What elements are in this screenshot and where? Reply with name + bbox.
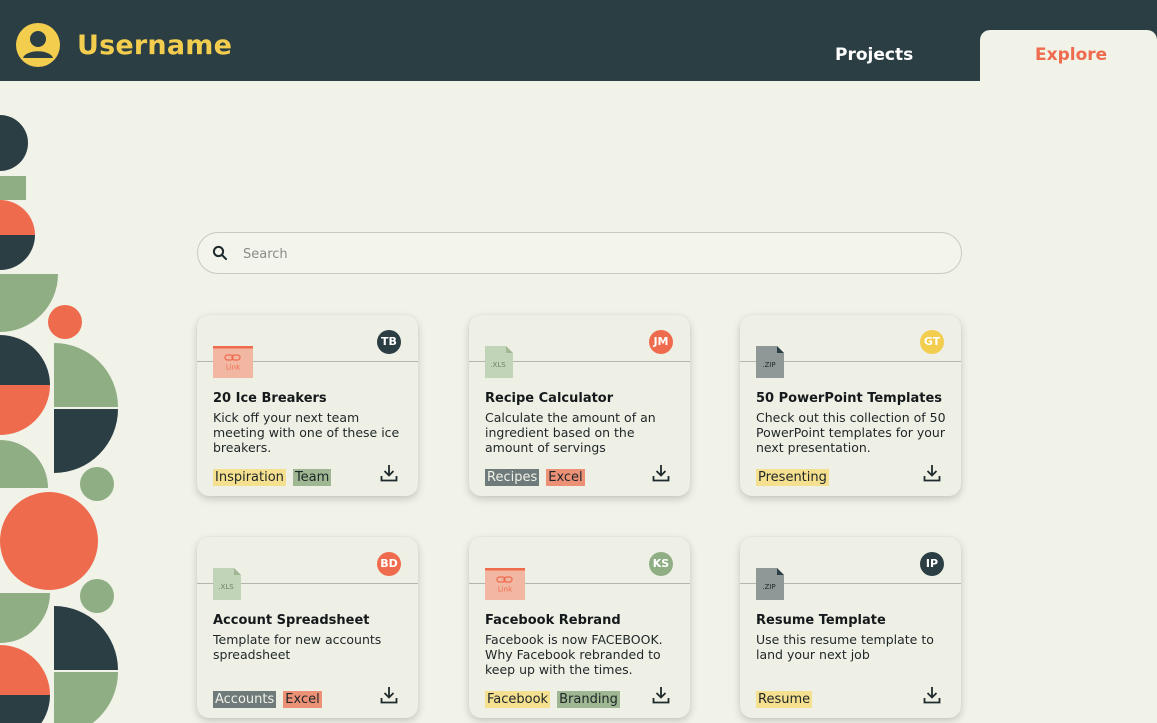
download-icon[interactable] [380, 464, 398, 482]
card-title[interactable]: Resume Template [756, 613, 951, 628]
username-label[interactable]: Username [77, 30, 232, 61]
file-type-label: .ZIP [762, 361, 775, 369]
file-type-label: .ZIP [762, 583, 775, 591]
tag[interactable]: Excel [546, 469, 585, 486]
card-description: Calculate the amount of an ingredient ba… [485, 410, 656, 455]
download-icon[interactable] [652, 686, 670, 704]
card-tags: Facebook Branding [485, 691, 620, 708]
resource-card[interactable]: Link KS Facebook Rebrand Facebook is now… [469, 537, 690, 718]
link-file-icon: Link [213, 346, 253, 378]
top-header: Username Projects Explore [0, 0, 1157, 82]
resource-card[interactable]: .ZIP IP Resume Template Use this resume … [740, 537, 961, 718]
decorative-shapes [0, 115, 118, 723]
file-type-label: Link [226, 364, 241, 372]
zip-file-icon: .ZIP [756, 568, 784, 600]
card-tags: Resume [756, 691, 813, 708]
resource-card[interactable]: .ZIP GT 50 PowerPoint Templates Check ou… [740, 315, 961, 496]
file-type-label: Link [498, 586, 513, 594]
tag[interactable]: Presenting [756, 469, 829, 486]
nav-projects-link[interactable]: Projects [835, 45, 913, 65]
search-bar[interactable] [197, 232, 962, 274]
card-title[interactable]: Account Spreadsheet [213, 613, 408, 628]
xls-file-icon: .XLS [213, 568, 241, 600]
resource-card[interactable]: Link TB 20 Ice Breakers Kick off your ne… [197, 315, 418, 496]
author-avatar[interactable]: KS [649, 552, 673, 576]
resource-card[interactable]: .XLS JM Recipe Calculator Calculate the … [469, 315, 690, 496]
card-description: Use this resume template to land your ne… [756, 632, 934, 662]
xls-file-icon: .XLS [485, 346, 513, 378]
card-tags: Presenting [756, 469, 829, 486]
card-description: Check out this collection of 50 PowerPoi… [756, 410, 946, 455]
author-avatar[interactable]: GT [920, 330, 944, 354]
user-avatar-icon[interactable] [15, 22, 61, 68]
tag[interactable]: Resume [756, 691, 813, 708]
tab-explore-label: Explore [1035, 45, 1108, 65]
search-input[interactable] [243, 243, 943, 265]
author-avatar[interactable]: IP [920, 552, 944, 576]
author-avatar[interactable]: JM [649, 330, 673, 354]
author-avatar[interactable]: TB [377, 330, 401, 354]
card-description: Facebook is now FACEBOOK. Why Facebook r… [485, 632, 663, 677]
tag[interactable]: Facebook [485, 691, 551, 708]
tag[interactable]: Recipes [485, 469, 540, 486]
card-tags: Accounts Excel [213, 691, 322, 708]
tab-explore[interactable]: Explore [980, 30, 1157, 82]
link-file-icon: Link [485, 568, 525, 600]
card-tags: Recipes Excel [485, 469, 585, 486]
tag[interactable]: Excel [283, 691, 322, 708]
tag[interactable]: Branding [557, 691, 620, 708]
tag[interactable]: Inspiration [213, 469, 286, 486]
card-description: Template for new accounts spreadsheet [213, 632, 382, 662]
download-icon[interactable] [380, 686, 398, 704]
card-title[interactable]: Recipe Calculator [485, 391, 680, 406]
zip-file-icon: .ZIP [756, 346, 784, 378]
tag[interactable]: Team [292, 469, 332, 486]
file-type-label: .XLS [218, 583, 234, 591]
download-icon[interactable] [923, 464, 941, 482]
download-icon[interactable] [923, 686, 941, 704]
tag[interactable]: Accounts [213, 691, 277, 708]
card-title[interactable]: 50 PowerPoint Templates [756, 391, 951, 406]
card-tags: Inspiration Team [213, 469, 332, 486]
search-icon[interactable] [212, 245, 228, 261]
file-type-label: .XLS [490, 361, 506, 369]
card-title[interactable]: Facebook Rebrand [485, 613, 680, 628]
card-title[interactable]: 20 Ice Breakers [213, 391, 408, 406]
resource-card[interactable]: .XLS BD Account Spreadsheet Template for… [197, 537, 418, 718]
card-description: Kick off your next team meeting with one… [213, 410, 400, 455]
download-icon[interactable] [652, 464, 670, 482]
author-avatar[interactable]: BD [377, 552, 401, 576]
